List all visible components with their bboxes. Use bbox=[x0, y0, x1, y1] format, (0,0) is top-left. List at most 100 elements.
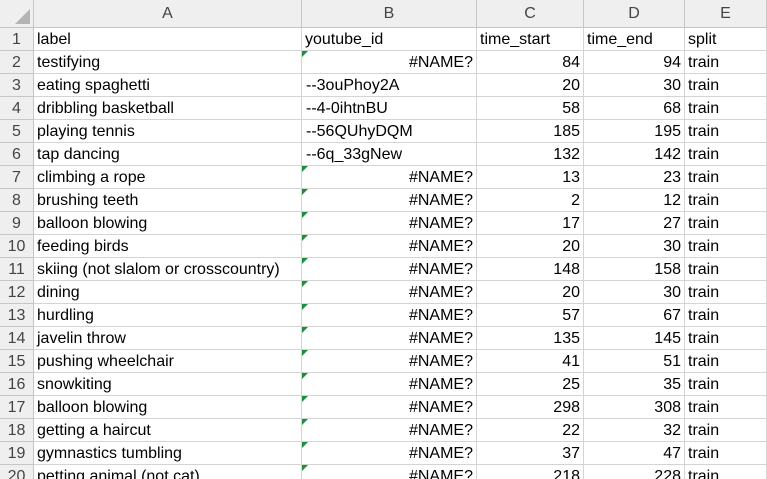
cell-label[interactable]: eating spaghetti bbox=[34, 74, 302, 97]
cell-label[interactable]: tap dancing bbox=[34, 143, 302, 166]
cell-time-start[interactable]: 298 bbox=[477, 396, 584, 419]
cell-time-start[interactable]: 20 bbox=[477, 281, 584, 304]
cell-split[interactable]: train bbox=[685, 327, 767, 350]
cell-time-end[interactable]: 228 bbox=[584, 465, 685, 479]
row-number[interactable]: 12 bbox=[0, 281, 34, 304]
row-number[interactable]: 9 bbox=[0, 212, 34, 235]
cell-time-start[interactable]: 135 bbox=[477, 327, 584, 350]
row-number[interactable]: 2 bbox=[0, 51, 34, 74]
row-number[interactable]: 14 bbox=[0, 327, 34, 350]
cell-label[interactable]: balloon blowing bbox=[34, 396, 302, 419]
row-number[interactable]: 18 bbox=[0, 419, 34, 442]
cell-youtube-id[interactable]: #NAME? bbox=[302, 419, 477, 442]
cell-time-end[interactable]: 30 bbox=[584, 281, 685, 304]
cell-split[interactable]: train bbox=[685, 373, 767, 396]
cell-time-start[interactable]: 17 bbox=[477, 212, 584, 235]
cell-youtube-id[interactable]: --3ouPhoy2A bbox=[302, 74, 477, 97]
cell-label[interactable]: dribbling basketball bbox=[34, 97, 302, 120]
cell-time-end[interactable]: 94 bbox=[584, 51, 685, 74]
cell-split[interactable]: train bbox=[685, 396, 767, 419]
cell-label[interactable]: gymnastics tumbling bbox=[34, 442, 302, 465]
cell-label[interactable]: hurdling bbox=[34, 304, 302, 327]
cell-time-start[interactable]: 57 bbox=[477, 304, 584, 327]
cell-youtube-id[interactable]: #NAME? bbox=[302, 465, 477, 479]
cell-youtube-id[interactable]: youtube_id bbox=[302, 28, 477, 51]
cell-split[interactable]: train bbox=[685, 120, 767, 143]
cell-time-end[interactable]: 32 bbox=[584, 419, 685, 442]
cell-youtube-id[interactable]: #NAME? bbox=[302, 166, 477, 189]
cell-time-end[interactable]: 195 bbox=[584, 120, 685, 143]
cell-youtube-id[interactable]: #NAME? bbox=[302, 350, 477, 373]
cell-time-end[interactable]: 68 bbox=[584, 97, 685, 120]
cell-time-end[interactable]: 145 bbox=[584, 327, 685, 350]
cell-time-start[interactable]: 148 bbox=[477, 258, 584, 281]
cell-label[interactable]: playing tennis bbox=[34, 120, 302, 143]
cell-youtube-id[interactable]: #NAME? bbox=[302, 189, 477, 212]
cell-time-start[interactable]: 2 bbox=[477, 189, 584, 212]
cell-split[interactable]: train bbox=[685, 51, 767, 74]
cell-time-start[interactable]: 84 bbox=[477, 51, 584, 74]
row-number[interactable]: 19 bbox=[0, 442, 34, 465]
cell-youtube-id[interactable]: #NAME? bbox=[302, 258, 477, 281]
cell-youtube-id[interactable]: #NAME? bbox=[302, 327, 477, 350]
cell-time-end[interactable]: 51 bbox=[584, 350, 685, 373]
cell-time-start[interactable]: time_start bbox=[477, 28, 584, 51]
cell-label[interactable]: balloon blowing bbox=[34, 212, 302, 235]
cell-youtube-id[interactable]: --56QUhyDQM bbox=[302, 120, 477, 143]
cell-time-end[interactable]: 35 bbox=[584, 373, 685, 396]
cell-time-start[interactable]: 20 bbox=[477, 235, 584, 258]
cell-time-start[interactable]: 41 bbox=[477, 350, 584, 373]
cell-split[interactable]: train bbox=[685, 350, 767, 373]
row-number[interactable]: 6 bbox=[0, 143, 34, 166]
cell-label[interactable]: javelin throw bbox=[34, 327, 302, 350]
cell-time-end[interactable]: 67 bbox=[584, 304, 685, 327]
cell-youtube-id[interactable]: --4-0ihtnBU bbox=[302, 97, 477, 120]
cell-time-start[interactable]: 218 bbox=[477, 465, 584, 479]
cell-youtube-id[interactable]: #NAME? bbox=[302, 281, 477, 304]
cell-time-end[interactable]: 158 bbox=[584, 258, 685, 281]
cell-split[interactable]: train bbox=[685, 235, 767, 258]
row-number[interactable]: 10 bbox=[0, 235, 34, 258]
row-number[interactable]: 13 bbox=[0, 304, 34, 327]
row-number[interactable]: 1 bbox=[0, 28, 34, 51]
cell-time-start[interactable]: 22 bbox=[477, 419, 584, 442]
cell-time-end[interactable]: 30 bbox=[584, 235, 685, 258]
cell-time-start[interactable]: 20 bbox=[477, 74, 584, 97]
cell-split[interactable]: train bbox=[685, 304, 767, 327]
cell-time-end[interactable]: 27 bbox=[584, 212, 685, 235]
cell-label[interactable]: feeding birds bbox=[34, 235, 302, 258]
cell-time-end[interactable]: 12 bbox=[584, 189, 685, 212]
cell-time-start[interactable]: 185 bbox=[477, 120, 584, 143]
cell-split[interactable]: train bbox=[685, 281, 767, 304]
cell-label[interactable]: dining bbox=[34, 281, 302, 304]
cell-label[interactable]: snowkiting bbox=[34, 373, 302, 396]
cell-youtube-id[interactable]: #NAME? bbox=[302, 235, 477, 258]
cell-youtube-id[interactable]: #NAME? bbox=[302, 373, 477, 396]
row-number[interactable]: 8 bbox=[0, 189, 34, 212]
cell-youtube-id[interactable]: #NAME? bbox=[302, 212, 477, 235]
cell-youtube-id[interactable]: #NAME? bbox=[302, 442, 477, 465]
row-number[interactable]: 15 bbox=[0, 350, 34, 373]
column-header-e[interactable]: E bbox=[685, 0, 767, 28]
cell-label[interactable]: brushing teeth bbox=[34, 189, 302, 212]
column-header-c[interactable]: C bbox=[477, 0, 584, 28]
row-number[interactable]: 3 bbox=[0, 74, 34, 97]
row-number[interactable]: 4 bbox=[0, 97, 34, 120]
cell-split[interactable]: train bbox=[685, 74, 767, 97]
column-header-d[interactable]: D bbox=[584, 0, 685, 28]
row-number[interactable]: 11 bbox=[0, 258, 34, 281]
cell-time-end[interactable]: 30 bbox=[584, 74, 685, 97]
cell-split[interactable]: train bbox=[685, 97, 767, 120]
cell-youtube-id[interactable]: --6q_33gNew bbox=[302, 143, 477, 166]
cell-label[interactable]: petting animal (not cat) bbox=[34, 465, 302, 479]
cell-time-start[interactable]: 58 bbox=[477, 97, 584, 120]
cell-time-end[interactable]: 308 bbox=[584, 396, 685, 419]
cell-youtube-id[interactable]: #NAME? bbox=[302, 304, 477, 327]
cell-youtube-id[interactable]: #NAME? bbox=[302, 51, 477, 74]
cell-split[interactable]: train bbox=[685, 465, 767, 479]
cell-label[interactable]: testifying bbox=[34, 51, 302, 74]
row-number[interactable]: 16 bbox=[0, 373, 34, 396]
cell-split[interactable]: train bbox=[685, 189, 767, 212]
row-number[interactable]: 20 bbox=[0, 465, 34, 479]
cell-youtube-id[interactable]: #NAME? bbox=[302, 396, 477, 419]
